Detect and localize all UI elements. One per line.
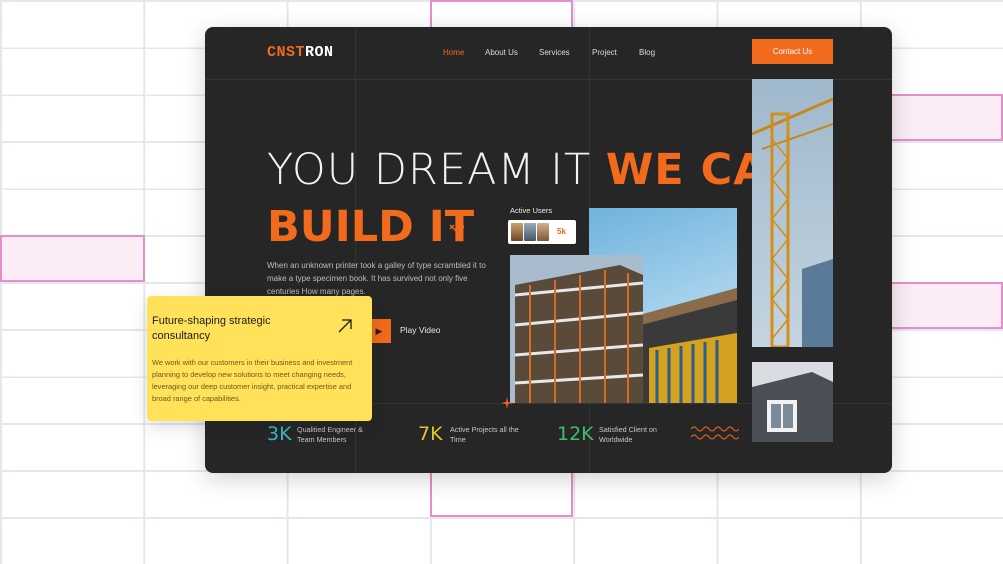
hero-heading-light: YOU DREAM IT <box>267 145 592 195</box>
active-users-badge: 5k <box>508 220 576 244</box>
avatar <box>524 223 536 241</box>
nav-services[interactable]: Services <box>539 48 570 57</box>
arrow-up-right-icon[interactable] <box>337 318 353 334</box>
nav-blog[interactable]: Blog <box>639 48 655 57</box>
stat-value: 7K <box>418 423 443 445</box>
promo-card[interactable]: Future-shaping strategic consultancy We … <box>147 296 372 421</box>
logo-accent: CNST <box>267 44 306 61</box>
nav-project[interactable]: Project <box>592 48 617 57</box>
stat-text: Active Projects all the Time <box>450 425 519 444</box>
play-video-label[interactable]: Play Video <box>400 325 440 335</box>
logo-rest: RON <box>305 44 334 61</box>
stat-value: 3K <box>267 423 292 445</box>
promo-title: Future-shaping strategic consultancy <box>152 315 271 342</box>
stat-text: Satisfied Client on Worldwide <box>599 425 657 444</box>
squiggle-decoration-icon <box>691 426 739 440</box>
grid-highlight <box>890 282 1003 329</box>
active-users-label: Active Users <box>510 206 553 215</box>
stat-value: 12K <box>557 423 594 445</box>
grid-highlight <box>0 235 145 282</box>
hero-description: When an unknown printer took a galley of… <box>267 261 486 296</box>
stat-text: Qualitied Engineer & Team Members <box>297 425 363 444</box>
grid-highlight <box>430 470 573 517</box>
avatar <box>511 223 523 241</box>
hero-heading-line1: YOU DREAM IT WE CAN <box>267 145 804 195</box>
hero-image-house <box>752 362 833 442</box>
grid-highlight <box>890 94 1003 141</box>
tools-icon <box>449 223 465 238</box>
grid-highlight <box>430 0 573 30</box>
active-users-count: 5k <box>557 227 566 236</box>
logo[interactable]: CNSTRON <box>267 44 334 61</box>
avatar <box>537 223 549 241</box>
sparkle-icon <box>501 397 513 409</box>
nav-home[interactable]: Home <box>443 48 464 57</box>
contact-us-button[interactable]: Contact Us <box>752 39 833 64</box>
hero-image-crane <box>752 79 833 347</box>
hero-image-scaffold <box>510 255 643 403</box>
hero-heading-line2: BUILD IT <box>267 202 475 252</box>
nav-about-us[interactable]: About Us <box>485 48 518 57</box>
promo-description: We work with our customers in their busi… <box>152 358 353 403</box>
play-icon: ▶ <box>375 325 383 336</box>
